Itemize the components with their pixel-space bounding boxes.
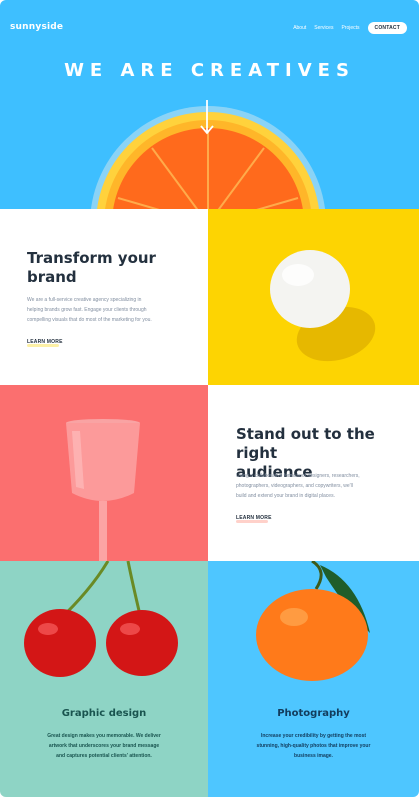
graphic-design-title: Graphic design [61, 708, 147, 719]
landing-page: sunnyside About Services Projects CONTAC… [0, 0, 419, 797]
hero-title: WE ARE CREATIVES [64, 60, 355, 81]
standout-description: Using a collaborative formula of designe… [236, 471, 360, 501]
nav-link-services[interactable]: Services [314, 25, 333, 31]
standout-description-line-2: photographers, videographers, and copywr… [236, 483, 353, 489]
graphic-design-description-line-3: and captures potential clients' attentio… [56, 753, 152, 759]
transform-title-line-2: brand [27, 268, 77, 286]
transform-learn-more-link[interactable]: LEARN MORE [27, 339, 63, 345]
transform-title-line-1: Transform your [27, 249, 156, 267]
graphic-design-description-line-1: Great design makes you memorable. We del… [47, 733, 161, 739]
transform-description-line-3: compelling visuals that do most of the m… [27, 317, 152, 323]
transform-brand-section: Transform your brand We are a full-servi… [0, 209, 208, 385]
site-logo[interactable]: sunnyside [10, 22, 63, 32]
nav-link-projects[interactable]: Projects [341, 25, 359, 31]
transform-title: Transform your brand [27, 249, 156, 287]
transform-description-line-1: We are a full-service creative agency sp… [27, 297, 142, 303]
transform-description-line-2: helping brands grow fast. Engage your cl… [27, 307, 147, 313]
cherries-image [24, 561, 178, 677]
standout-section: Stand out to the right audience Using a … [208, 385, 419, 561]
transform-description: We are a full-service creative agency sp… [27, 295, 152, 325]
photography-description-line-1: Increase your credibility by getting the… [260, 733, 367, 739]
main-nav: About Services Projects CONTACT [293, 22, 407, 34]
glass-image-panel [0, 385, 208, 561]
photography-description: Increase your credibility by getting the… [208, 731, 419, 761]
hero-section: sunnyside About Services Projects CONTAC… [0, 0, 419, 209]
standout-learn-more-link[interactable]: LEARN MORE [236, 515, 272, 521]
photography-description-line-3: business image. [294, 753, 333, 759]
pink-glass-image [66, 419, 140, 561]
photography-card: Photography Increase your credibility by… [208, 561, 419, 797]
orange-fruit-image [256, 561, 370, 681]
standout-description-line-3: build and extend your brand in digital p… [236, 493, 335, 499]
contact-button[interactable]: CONTACT [367, 22, 407, 34]
graphic-design-description-line-2: artwork that underscores your brand mess… [48, 743, 160, 749]
egg-image-panel [208, 209, 419, 385]
scroll-down-arrow-icon[interactable] [200, 100, 214, 136]
standout-description-line-1: Using a collaborative formula of designe… [236, 473, 360, 479]
photography-title: Photography [277, 708, 350, 719]
standout-title-line-1: Stand out to the right [236, 425, 375, 462]
photography-description-line-2: stunning, high-quality photos that impro… [256, 743, 371, 749]
egg-image [270, 250, 376, 362]
graphic-design-description: Great design makes you memorable. We del… [0, 731, 208, 761]
nav-link-about[interactable]: About [293, 25, 306, 31]
graphic-design-card: Graphic design Great design makes you me… [0, 561, 208, 797]
